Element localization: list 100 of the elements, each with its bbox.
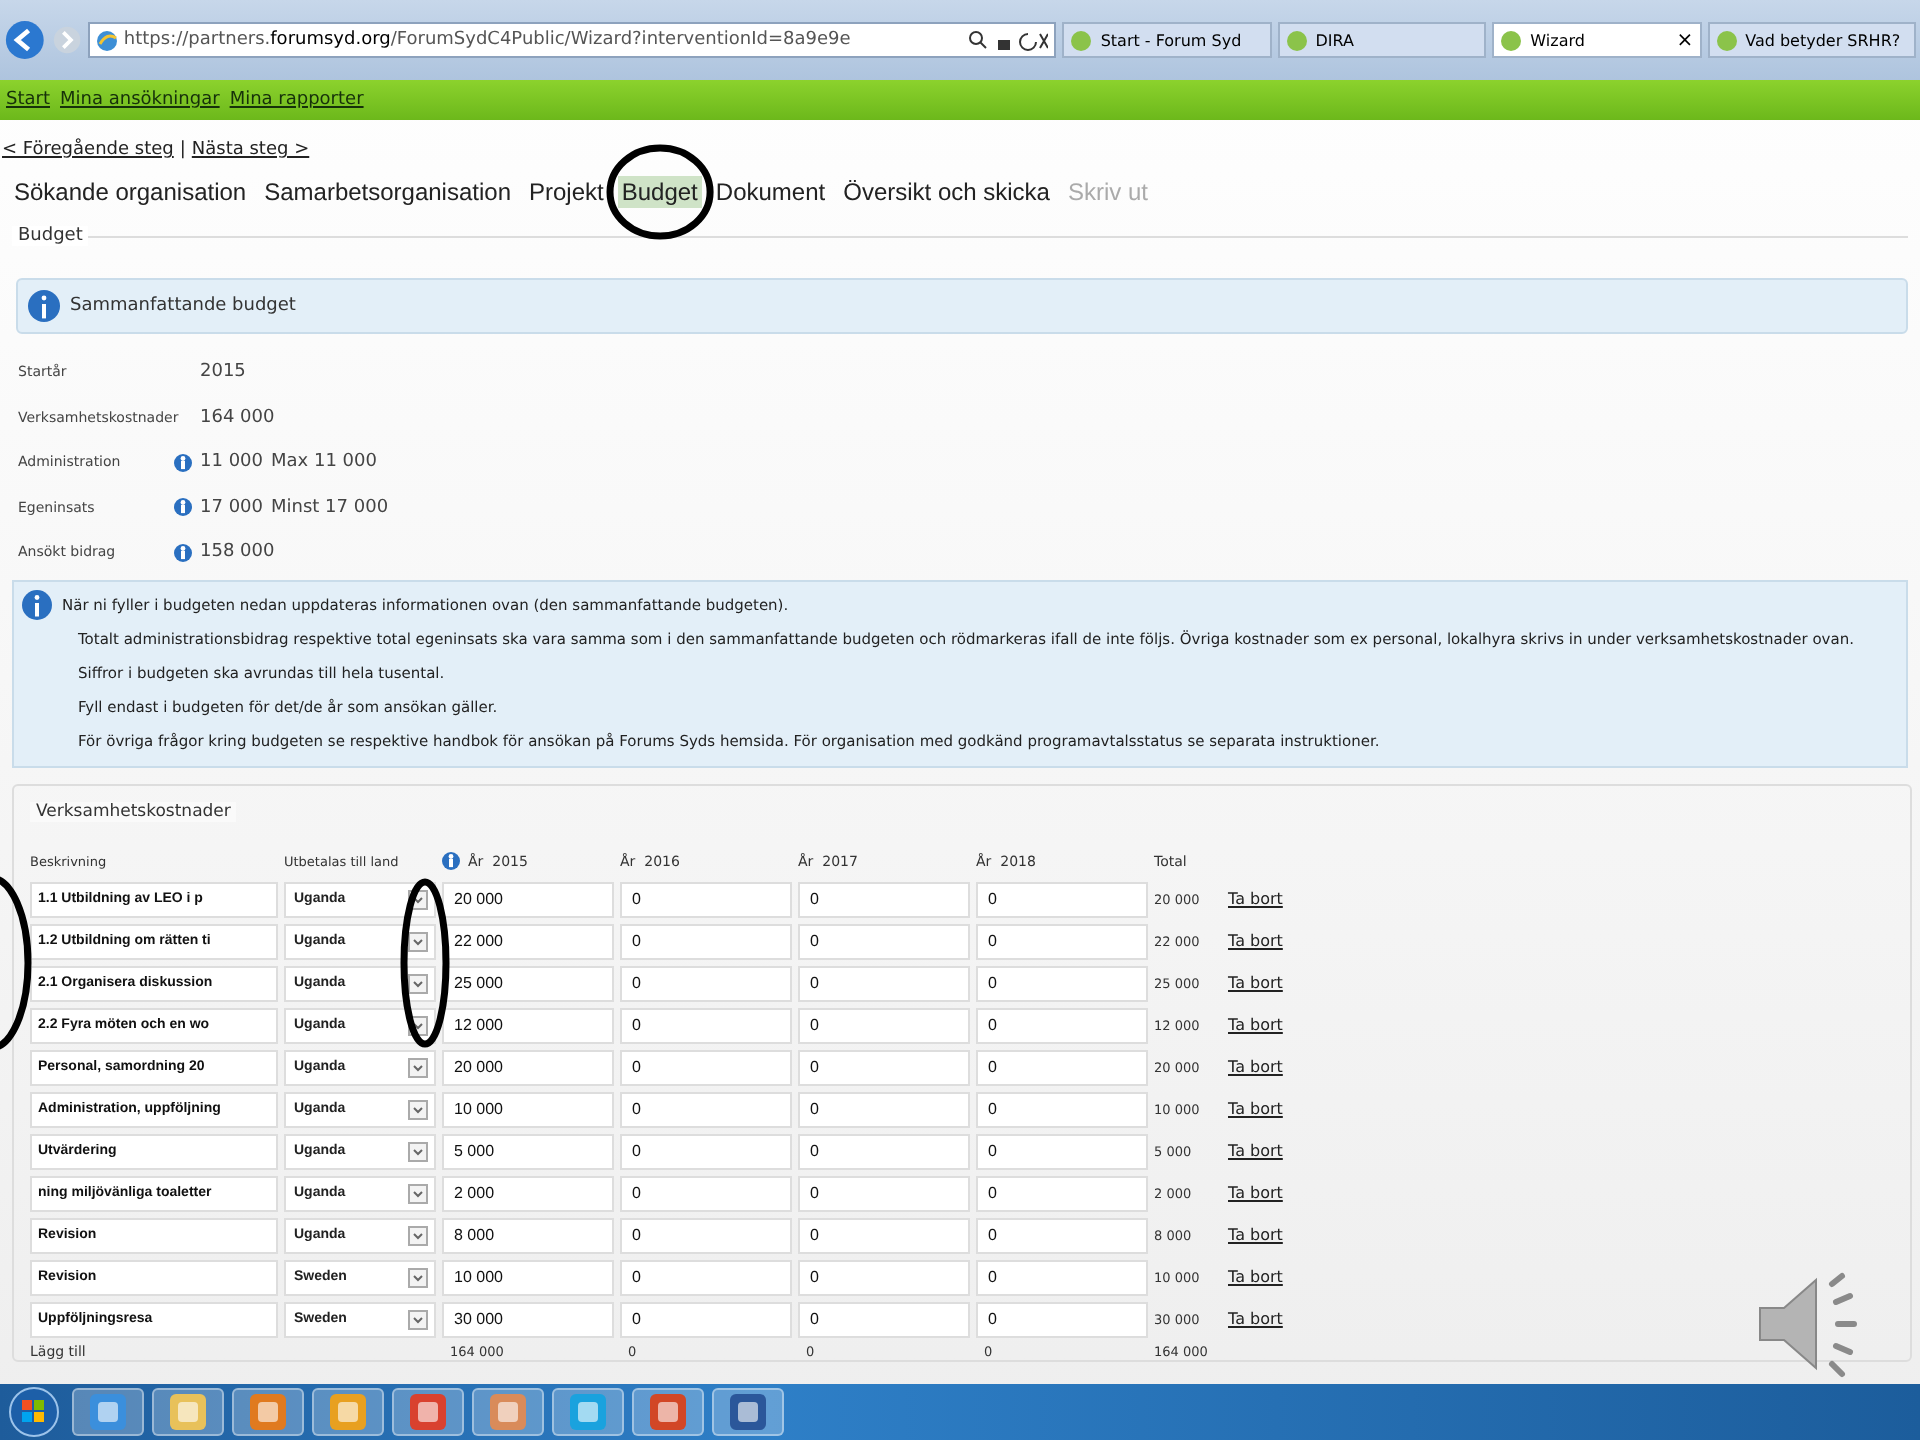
forward-icon[interactable]	[51, 24, 82, 56]
taskbar-button[interactable]	[472, 1388, 544, 1436]
nav-link[interactable]: Start	[6, 90, 50, 110]
amount-field[interactable]: 0	[620, 1259, 792, 1295]
nav-link[interactable]: Mina rapporter	[229, 90, 364, 110]
amount-field[interactable]: 12 000	[442, 1007, 614, 1043]
remove-link[interactable]: Ta bort	[1228, 1058, 1308, 1076]
remove-link[interactable]: Ta bort	[1228, 1100, 1308, 1118]
amount-field[interactable]: 0	[976, 1049, 1148, 1085]
amount-field[interactable]: 22 000	[442, 923, 614, 959]
wizard-tab[interactable]: Översikt och skicka	[839, 176, 1054, 208]
amount-field[interactable]: 0	[976, 923, 1148, 959]
remove-link[interactable]: Ta bort	[1228, 1310, 1308, 1328]
previous-step-link[interactable]: < Föregående steg	[2, 140, 174, 160]
remove-link[interactable]: Ta bort	[1228, 1268, 1308, 1286]
address-actions-icon[interactable]	[968, 29, 1049, 51]
taskbar-button[interactable]	[232, 1388, 304, 1436]
amount-field[interactable]: 0	[976, 1259, 1148, 1295]
remove-link[interactable]: Ta bort	[1228, 932, 1308, 950]
address-bar[interactable]: https://partners.forumsyd.org/ForumSydC4Public/Wizard?interventionId=8a9e9e	[87, 22, 1057, 58]
remove-link[interactable]: Ta bort	[1228, 1016, 1308, 1034]
amount-field[interactable]: 20 000	[442, 881, 614, 917]
amount-field[interactable]: 0	[620, 1091, 792, 1127]
amount-field[interactable]: 0	[620, 1301, 792, 1337]
amount-field[interactable]: 0	[976, 965, 1148, 1001]
amount-field[interactable]: 0	[620, 1217, 792, 1253]
globe-icon	[95, 29, 118, 51]
banner-text: Sammanfattande budget	[70, 296, 296, 316]
amount-field[interactable]: 0	[620, 923, 792, 959]
amount-field[interactable]: 0	[798, 1175, 970, 1211]
nav-link[interactable]: Mina ansökningar	[60, 90, 220, 110]
amount-field[interactable]: 30 000	[442, 1301, 614, 1337]
dropdown-icon	[408, 931, 428, 951]
wizard-tab[interactable]: Dokument	[711, 176, 830, 208]
wizard-tab[interactable]: Budget	[617, 176, 702, 208]
remove-link[interactable]: Ta bort	[1228, 974, 1308, 992]
amount-field[interactable]: 0	[620, 1007, 792, 1043]
amount-field[interactable]: 0	[798, 1091, 970, 1127]
taskbar-button[interactable]	[552, 1388, 624, 1436]
start-button-icon[interactable]	[4, 1386, 64, 1438]
tab-title: DIRA	[1315, 31, 1356, 49]
amount-field[interactable]: 0	[976, 1217, 1148, 1253]
amount-field[interactable]: 8 000	[442, 1217, 614, 1253]
remove-link[interactable]: Ta bort	[1228, 1184, 1308, 1202]
amount-field[interactable]: 0	[620, 1175, 792, 1211]
amount-field[interactable]: 0	[798, 923, 970, 959]
amount-field[interactable]: 2 000	[442, 1175, 614, 1211]
amount-field[interactable]: 10 000	[442, 1091, 614, 1127]
amount-field[interactable]: 0	[620, 1049, 792, 1085]
dropdown-icon	[408, 1225, 428, 1245]
separator: |	[179, 140, 186, 160]
taskbar-button[interactable]	[72, 1388, 144, 1436]
wizard-step-label: Skriv ut	[1065, 176, 1150, 208]
amount-field[interactable]: 0	[798, 1217, 970, 1253]
dropdown-icon	[408, 1099, 428, 1119]
summary-limit: Minst 17 000	[271, 497, 389, 518]
amount-field[interactable]: 5 000	[442, 1133, 614, 1169]
taskbar-button[interactable]	[312, 1388, 384, 1436]
amount-field[interactable]: 25 000	[442, 965, 614, 1001]
amount-field[interactable]: 0	[620, 881, 792, 917]
taskbar-button[interactable]	[632, 1388, 704, 1436]
remove-link[interactable]: Ta bort	[1228, 1142, 1308, 1160]
taskbar-button[interactable]	[152, 1388, 224, 1436]
amount-field[interactable]: 0	[976, 1007, 1148, 1043]
amount-field[interactable]: 20 000	[442, 1049, 614, 1085]
taskbar-button[interactable]	[712, 1388, 784, 1436]
amount-field[interactable]: 0	[976, 881, 1148, 917]
wizard-tab[interactable]: Sökande organisation	[10, 176, 251, 208]
amount-field[interactable]: 0	[976, 1091, 1148, 1127]
close-button[interactable]: ×	[1676, 29, 1694, 51]
taskbar-button[interactable]	[392, 1388, 464, 1436]
info-icon	[174, 453, 192, 472]
amount-field[interactable]: 0	[976, 1301, 1148, 1337]
browser-tab[interactable]: Vad betyder SRHR?	[1707, 22, 1917, 58]
browser-tab[interactable]: Wizard ×	[1492, 22, 1702, 58]
remove-link[interactable]: Ta bort	[1228, 890, 1308, 908]
tab-title: Vad betyder SRHR?	[1745, 31, 1903, 49]
tab-title: Start - Forum Syd	[1100, 31, 1244, 49]
next-step-link[interactable]: Nästa steg >	[191, 140, 310, 160]
amount-field[interactable]: 0	[798, 1259, 970, 1295]
browser-tab[interactable]: DIRA	[1277, 22, 1487, 58]
back-icon[interactable]	[4, 18, 46, 62]
remove-link[interactable]: Ta bort	[1228, 1226, 1308, 1244]
amount-field[interactable]: 0	[798, 1049, 970, 1085]
wizard-tab[interactable]: Projekt	[525, 176, 608, 208]
wizard-tab[interactable]: Samarbetsorganisation	[260, 176, 515, 208]
info-icon	[28, 290, 60, 322]
amount-field[interactable]: 10 000	[442, 1259, 614, 1295]
amount-field[interactable]: 0	[976, 1133, 1148, 1169]
summary-value: 164 000	[200, 407, 275, 428]
amount-field[interactable]: 0	[620, 1133, 792, 1169]
browser-tab[interactable]: Start - Forum Syd	[1062, 22, 1272, 58]
amount-field[interactable]: 0	[798, 965, 970, 1001]
amount-field[interactable]: 0	[798, 1301, 970, 1337]
amount-field[interactable]: 0	[798, 1133, 970, 1169]
amount-field[interactable]: 0	[798, 1007, 970, 1043]
amount-field[interactable]: 0	[620, 965, 792, 1001]
amount-field[interactable]: 0	[976, 1175, 1148, 1211]
page-icon	[1285, 29, 1308, 51]
amount-field[interactable]: 0	[798, 881, 970, 917]
